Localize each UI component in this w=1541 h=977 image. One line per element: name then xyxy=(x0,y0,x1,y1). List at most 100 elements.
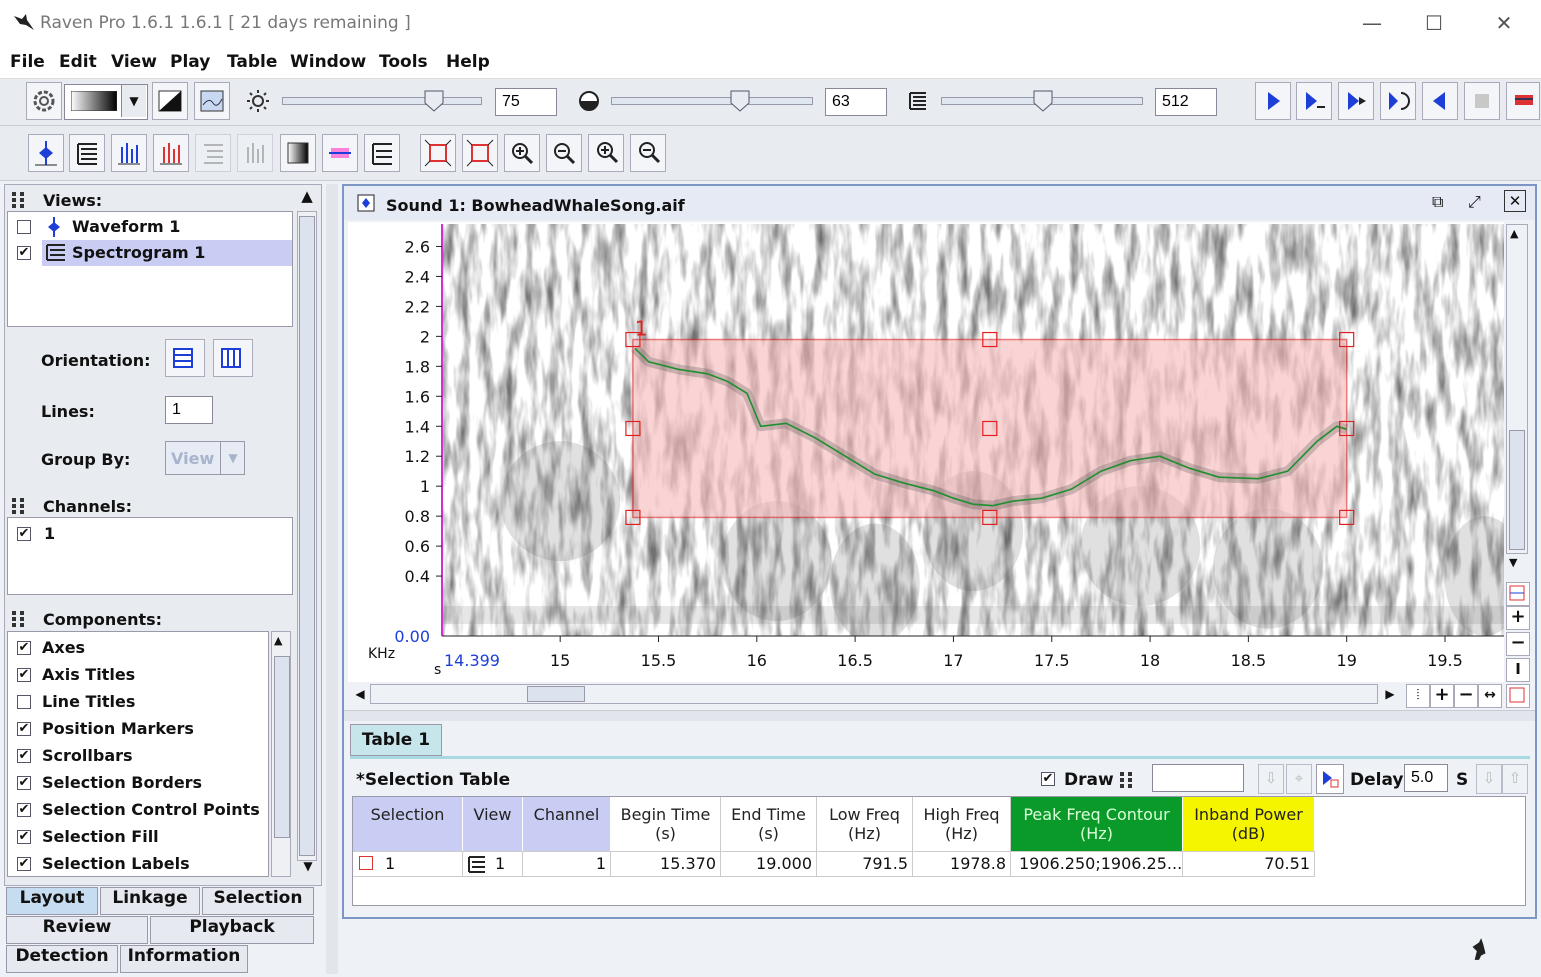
position-markers-checkbox[interactable]: ✔ xyxy=(17,722,31,736)
minimize-button[interactable]: — xyxy=(1352,8,1392,38)
spectrogram-checkbox[interactable]: ✔ xyxy=(17,246,31,260)
scroll-down-arrow-icon[interactable]: ▼ xyxy=(1509,556,1517,569)
table-splitter[interactable] xyxy=(344,710,1535,721)
list-item[interactable]: Waveform 1 xyxy=(8,214,292,240)
new-slice-button[interactable] xyxy=(111,134,147,172)
grip-icon[interactable] xyxy=(11,497,25,515)
components-scrollbar[interactable]: ▲ xyxy=(271,631,291,877)
scrollbars-checkbox[interactable]: ✔ xyxy=(17,749,31,763)
orientation-vertical-button[interactable] xyxy=(213,339,253,377)
waveform-checkbox[interactable] xyxy=(17,220,31,234)
frequency-scrollbar[interactable]: ▲ xyxy=(1506,224,1528,554)
close-button[interactable]: ✕ xyxy=(1484,8,1524,38)
maximize-icon[interactable]: ⤢ xyxy=(1468,192,1481,212)
spectrogram-view[interactable]: 1 2.6 2.4 2.2 2 1.8 1.6 1.4 1.2 1 0.8 0.6 0.4 0.00 KH… xyxy=(348,222,1504,682)
groupby-select[interactable]: View ▼ xyxy=(165,441,245,475)
col-header-view[interactable]: View xyxy=(463,797,523,851)
maximize-button[interactable]: ☐ xyxy=(1414,8,1454,38)
chevron-down-icon[interactable]: ▼ xyxy=(220,442,245,474)
brightness-field[interactable] xyxy=(495,88,557,116)
menu-window[interactable]: Window xyxy=(290,52,366,72)
contrast-field[interactable] xyxy=(825,88,887,116)
iconify-icon[interactable]: ⧉ xyxy=(1432,192,1443,212)
selection-box[interactable] xyxy=(632,338,1348,519)
zoom-in-x-button[interactable] xyxy=(504,134,540,172)
scroll-right-arrow-icon[interactable]: ▶ xyxy=(1380,684,1400,704)
tab-linkage[interactable]: Linkage xyxy=(100,887,200,915)
col-header-peak-freq-contour[interactable]: Peak Freq Contour (Hz) xyxy=(1011,797,1183,851)
size-slider-thumb[interactable] xyxy=(1032,89,1054,113)
time-selection-button[interactable] xyxy=(1506,684,1530,708)
scroll-thumb[interactable] xyxy=(527,686,585,702)
col-header-high-freq[interactable]: High Freq (Hz) xyxy=(913,797,1011,851)
zoom-out-y-button[interactable] xyxy=(630,134,666,172)
play-button[interactable] xyxy=(1255,82,1291,120)
brightness-slider-thumb[interactable] xyxy=(423,89,445,113)
frequency-zoom-out-button[interactable]: − xyxy=(1506,632,1530,656)
new-spectrogram-button[interactable] xyxy=(69,134,105,172)
time-zoom-in-button[interactable]: + xyxy=(1430,684,1454,708)
contrast-slider-thumb[interactable] xyxy=(729,89,751,113)
zoom-out-x-button[interactable] xyxy=(546,134,582,172)
axis-titles-checkbox[interactable]: ✔ xyxy=(17,668,31,682)
scroll-up-arrow-icon[interactable]: ▲ xyxy=(1510,227,1518,240)
scroll-down-arrow-icon[interactable]: ▼ xyxy=(299,859,317,873)
selection-control-points-checkbox[interactable]: ✔ xyxy=(17,803,31,817)
grip-icon[interactable] xyxy=(11,191,25,209)
scroll-up-arrow-icon[interactable]: ▲ xyxy=(297,187,317,211)
panel-splitter[interactable] xyxy=(326,184,338,974)
colormap-select[interactable]: ▼ xyxy=(64,84,148,120)
axes-checkbox[interactable]: ✔ xyxy=(17,641,31,655)
col-header-channel[interactable]: Channel xyxy=(523,797,611,851)
stop-button[interactable] xyxy=(1464,82,1500,120)
record-button[interactable] xyxy=(1506,82,1540,120)
col-header-end-time[interactable]: End Time (s) xyxy=(721,797,817,851)
scroll-thumb[interactable] xyxy=(299,216,315,856)
scroll-thumb[interactable] xyxy=(274,656,290,838)
tab-layout[interactable]: Layout xyxy=(6,887,98,915)
tab-review[interactable]: Review xyxy=(6,916,148,944)
search-field[interactable] xyxy=(1152,764,1244,792)
scroll-left-arrow-icon[interactable]: ◀ xyxy=(350,684,370,704)
time-fit-button[interactable]: ↔ xyxy=(1478,684,1502,708)
channel-checkbox[interactable]: ✔ xyxy=(17,527,31,541)
lines-field[interactable] xyxy=(165,396,213,424)
play-loop-button[interactable] xyxy=(1380,82,1416,120)
draw-checkbox[interactable]: ✔ xyxy=(1041,772,1055,786)
size-field[interactable] xyxy=(1155,88,1217,116)
selection-fill-checkbox[interactable]: ✔ xyxy=(17,830,31,844)
menu-tools[interactable]: Tools xyxy=(379,52,428,72)
col-header-begin-time[interactable]: Begin Time (s) xyxy=(611,797,721,851)
side-panel-scrollbar[interactable] xyxy=(297,211,317,861)
menu-file[interactable]: File xyxy=(10,52,45,72)
invert-colormap-button[interactable] xyxy=(152,82,188,120)
brightness-slider[interactable] xyxy=(282,97,482,105)
chevron-down-icon[interactable]: ▼ xyxy=(121,85,146,117)
selection-labels-checkbox[interactable]: ✔ xyxy=(17,857,31,871)
zoom-in-y-button[interactable] xyxy=(588,134,624,172)
delay-field[interactable] xyxy=(1404,764,1448,792)
tab-table-1[interactable]: Table 1 xyxy=(350,724,442,756)
selection-borders-checkbox[interactable]: ✔ xyxy=(17,776,31,790)
spectrogram-color-button[interactable] xyxy=(194,82,230,120)
scroll-thumb[interactable] xyxy=(1509,430,1525,550)
gear-button[interactable] xyxy=(26,82,62,120)
orientation-horizontal-button[interactable] xyxy=(165,339,205,377)
tab-playback[interactable]: Playback xyxy=(150,916,314,944)
zoom-all-button[interactable] xyxy=(462,134,498,172)
gradient-view-button[interactable] xyxy=(280,134,316,172)
scroll-up-arrow-icon[interactable]: ▲ xyxy=(274,634,282,647)
time-zoom-out-button[interactable]: − xyxy=(1454,684,1478,708)
line-titles-checkbox[interactable] xyxy=(17,695,31,709)
menu-play[interactable]: Play xyxy=(170,52,210,72)
zoom-to-selection-button[interactable] xyxy=(420,134,456,172)
grip-icon[interactable] xyxy=(1119,771,1133,789)
spectrogram-view-button[interactable] xyxy=(364,134,400,172)
time-zoom-selection-button[interactable]: ⦙ xyxy=(1406,684,1430,708)
frequency-fit-button[interactable]: I xyxy=(1506,658,1530,682)
tab-detection[interactable]: Detection xyxy=(6,945,118,973)
frequency-zoom-in-button[interactable]: + xyxy=(1506,606,1530,630)
tab-information[interactable]: Information xyxy=(120,945,248,973)
time-scrollbar[interactable] xyxy=(370,684,1378,704)
play-reverse-button[interactable] xyxy=(1422,82,1458,120)
